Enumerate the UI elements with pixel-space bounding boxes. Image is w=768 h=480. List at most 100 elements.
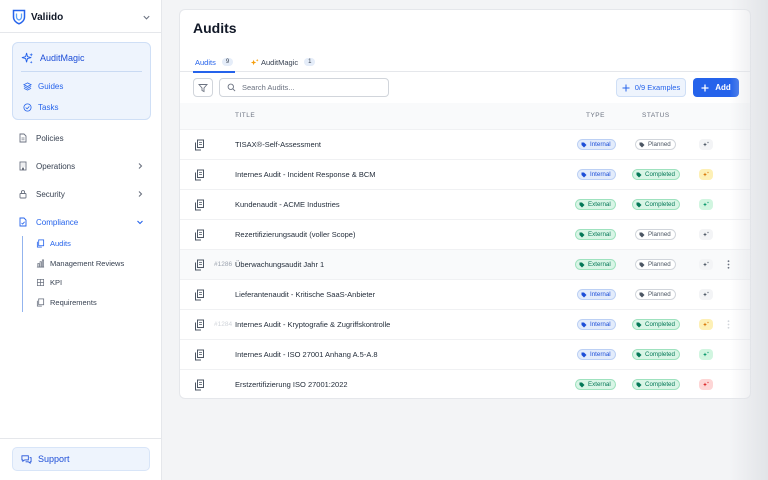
status-label: Completed [645,201,675,208]
filter-button[interactable] [193,78,213,97]
tag-icon [639,262,645,268]
column-header-title[interactable]: TITLE [235,112,255,119]
row-title[interactable]: Überwachungsaudit Jahr 1 [235,260,324,269]
row-title[interactable]: Internes Audit - Kryptografie & Zugriffs… [235,320,390,329]
auditmagic-header[interactable]: AuditMagic [21,50,85,66]
tab-count: 9 [221,58,234,66]
status-label: Planned [648,141,671,148]
nav-label: Security [36,189,65,199]
sub-item-audits[interactable]: Audits [36,237,156,249]
table-row[interactable]: Rezertifizierungsaudit (voller Scope) Ext… [180,219,750,249]
more-options-icon[interactable] [725,260,731,270]
tab-auditmagic[interactable]: AuditMagic 1 [250,53,316,71]
sparkles-icon [250,58,259,67]
auditmagic-button[interactable] [699,349,713,360]
status-label: Planned [648,261,671,268]
row-title[interactable]: Erstzertifizierung ISO 27001:2022 [235,380,348,389]
plus-icon [622,84,630,92]
auditmagic-button[interactable] [699,199,713,210]
tag-icon [581,352,587,358]
table-row[interactable]: TISAX®-Self-Assessment Internal Planned [180,129,750,159]
chevron-down-icon [136,218,144,226]
table-row[interactable]: #1286 Überwachungsaudit Jahr 1 External Pla… [180,249,750,279]
nav-label: Compliance [36,217,79,227]
audit-document-icon [194,229,205,241]
table-row[interactable]: Kundenaudit - ACME Industries External Com… [180,189,750,219]
type-badge: External [575,199,616,210]
audit-document-icon [194,139,205,151]
type-badge: External [575,379,616,390]
building-icon [18,161,28,171]
row-id: #1286 [214,261,233,268]
support-button[interactable]: Support [12,447,150,471]
sparkles-icon [702,231,710,238]
sparkles-icon [702,351,710,358]
nav-item-policies[interactable]: Policies [18,131,144,145]
nav-item-operations[interactable]: Operations [18,159,144,173]
sub-item-label: KPI [50,277,63,287]
auditmagic-title: AuditMagic [40,53,85,63]
auditmagic-button[interactable] [699,379,713,390]
auditmagic-button[interactable] [699,139,713,150]
auditmagic-button[interactable] [699,319,713,330]
table-row[interactable]: #1284 Internes Audit - Kryptografie & Zug… [180,309,750,339]
sparkles-icon [702,321,710,328]
tag-icon [581,322,587,328]
column-header-status[interactable]: STATUS [642,112,670,119]
sub-item-kpi[interactable]: KPI [36,276,156,288]
sparkles-icon [702,141,710,148]
status-label: Completed [645,171,675,178]
divider [0,32,162,33]
tag-icon [636,322,642,328]
tag-icon [579,232,585,238]
sub-item-management-reviews[interactable]: Management Reviews [36,257,156,269]
auditmagic-button[interactable] [699,169,713,180]
row-title[interactable]: Kundenaudit - ACME Industries [235,200,340,209]
add-button[interactable]: Add [693,78,739,97]
tag-icon [636,202,642,208]
auditmagic-button[interactable] [699,289,713,300]
table-row[interactable]: Internes Audit - ISO 27001 Anhang A.5-A.… [180,339,750,369]
type-badge: External [575,229,616,240]
workspace-switcher[interactable]: Valiido [12,8,152,26]
status-badge: Completed [632,169,680,180]
row-title[interactable]: TISAX®-Self-Assessment [235,140,321,149]
row-title[interactable]: Lieferantenaudit - Kritische SaaS-Anbiet… [235,290,375,299]
auditmagic-item-guides[interactable]: Guides [23,80,63,92]
document-icon [18,133,28,143]
sub-item-label: Management Reviews [50,258,125,268]
table-row[interactable]: Erstzertifizierung ISO 27001:2022 Externa… [180,369,750,398]
row-title[interactable]: Internes Audit - Incident Response & BCM [235,170,376,179]
examples-label: 0/9 Examples [634,83,681,92]
copy-document-icon [36,238,45,248]
search-input[interactable] [242,83,382,92]
tag-icon [639,142,645,148]
status-badge: Completed [632,199,680,210]
table-row[interactable]: Internes Audit - Incident Response & BCM… [180,159,750,189]
examples-button[interactable]: 0/9 Examples [616,78,686,97]
sparkles-icon [702,291,710,298]
row-title[interactable]: Internes Audit - ISO 27001 Anhang A.5-A.… [235,350,378,359]
more-options-icon[interactable] [725,320,731,330]
auditmagic-item-label: Guides [38,81,64,91]
type-badge: Internal [577,139,616,150]
table-row[interactable]: Lieferantenaudit - Kritische SaaS-Anbiet… [180,279,750,309]
nav-item-compliance[interactable]: Compliance [18,215,144,229]
sub-item-requirements[interactable]: Requirements [36,296,156,308]
sparkles-icon [702,381,710,388]
nav-label: Operations [36,161,76,171]
type-label: External [588,261,611,268]
audit-document-icon [194,199,205,211]
tag-icon [579,382,585,388]
column-header-type[interactable]: TYPE [586,112,605,119]
chevron-down-icon[interactable] [142,12,152,22]
row-title[interactable]: Rezertifizierungsaudit (voller Scope) [235,230,355,239]
auditmagic-button[interactable] [699,229,713,240]
chat-bubbles-icon [21,454,32,465]
status-label: Completed [645,351,675,358]
auditmagic-button[interactable] [699,259,713,270]
nav-item-security[interactable]: Security [18,187,144,201]
tab-audits[interactable]: Audits 9 [195,53,234,71]
nav-label: Policies [36,133,64,143]
auditmagic-item-tasks[interactable]: Tasks [23,101,58,113]
